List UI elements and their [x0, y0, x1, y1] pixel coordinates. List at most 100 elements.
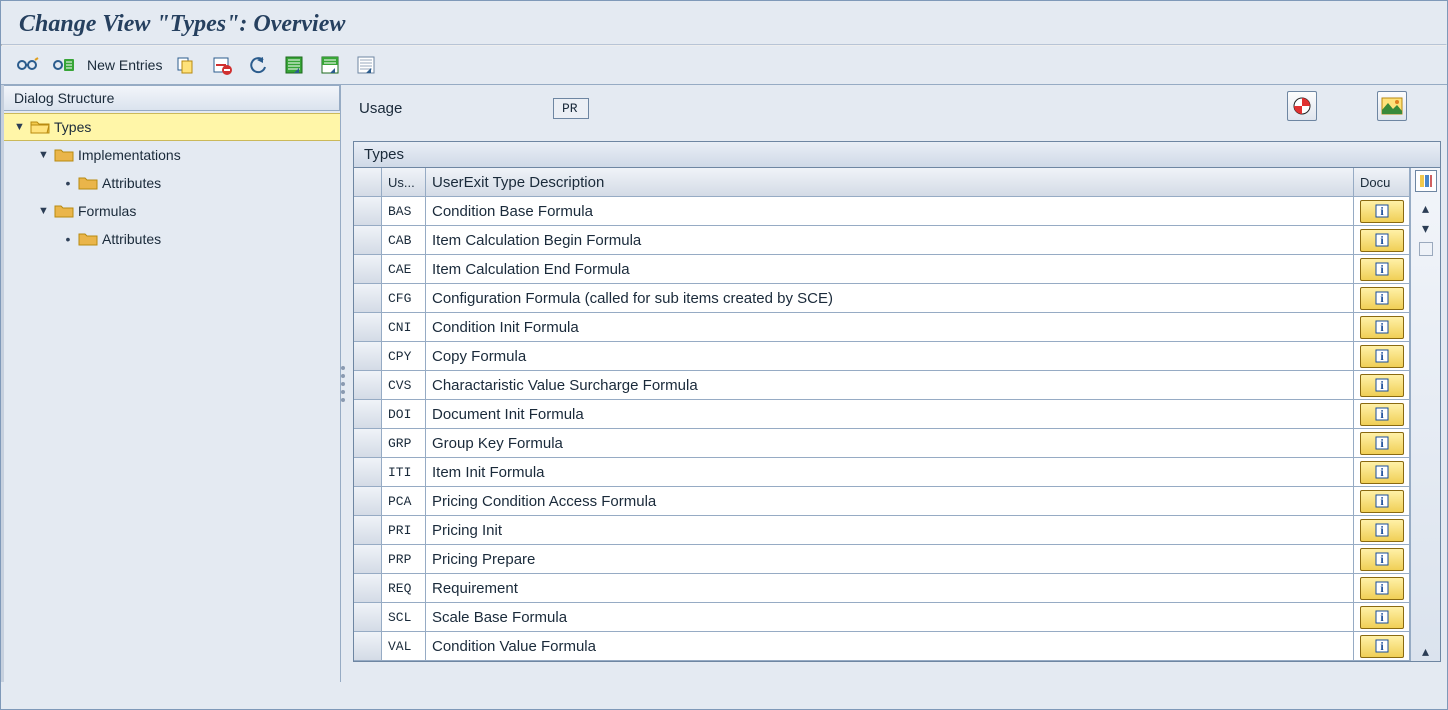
table-row[interactable]: CFGConfiguration Formula (called for sub…	[354, 284, 1410, 313]
tree-node-implementations[interactable]: ▼ Implementations	[4, 141, 340, 169]
row-selector[interactable]	[354, 197, 382, 226]
column-desc[interactable]: UserExit Type Description	[426, 168, 1354, 197]
row-docu: i	[1354, 487, 1410, 516]
row-desc: Pricing Prepare	[426, 545, 1354, 574]
column-selector[interactable]	[354, 168, 382, 197]
scroll-drag-icon[interactable]	[1419, 242, 1433, 256]
info-icon[interactable]: i	[1360, 461, 1404, 484]
glasses-checklist-icon[interactable]	[51, 54, 75, 76]
table-row[interactable]: CPYCopy Formula i	[354, 342, 1410, 371]
deselect-all-icon[interactable]	[354, 54, 378, 76]
glasses-expand-icon[interactable]	[15, 54, 39, 76]
table-row[interactable]: DOIDocument Init Formulai	[354, 400, 1410, 429]
row-selector[interactable]	[354, 284, 382, 313]
table-row[interactable]: PCAPricing Condition Access Formulai	[354, 487, 1410, 516]
tree-label: Attributes	[102, 175, 161, 191]
info-icon[interactable]: i	[1360, 635, 1404, 658]
row-desc: Group Key Formula	[426, 429, 1354, 458]
row-code: BAS	[382, 197, 426, 226]
row-selector[interactable]	[354, 487, 382, 516]
row-selector[interactable]	[354, 371, 382, 400]
undo-icon[interactable]	[246, 54, 270, 76]
row-selector[interactable]	[354, 516, 382, 545]
table-row[interactable]: GRPGroup Key Formulai	[354, 429, 1410, 458]
table-row[interactable]: BASCondition Base Formula i	[354, 197, 1410, 226]
tree-node-attributes-2[interactable]: • Attributes	[4, 225, 340, 253]
row-code: ITI	[382, 458, 426, 487]
bullet-icon: •	[62, 231, 74, 247]
info-icon[interactable]: i	[1360, 519, 1404, 542]
row-selector[interactable]	[354, 400, 382, 429]
info-icon[interactable]: i	[1360, 490, 1404, 513]
select-block-icon[interactable]	[318, 54, 342, 76]
table-row[interactable]: PRPPricing Prepare i	[354, 545, 1410, 574]
info-icon[interactable]: i	[1360, 287, 1404, 310]
scroll-down-icon[interactable]: ▾	[1415, 218, 1437, 238]
column-docu[interactable]: Docu	[1354, 168, 1410, 197]
info-icon[interactable]: i	[1360, 606, 1404, 629]
row-selector[interactable]	[354, 458, 382, 487]
table-row[interactable]: VALCondition Value Formulai	[354, 632, 1410, 661]
bullet-icon: •	[62, 175, 74, 191]
row-code: REQ	[382, 574, 426, 603]
expand-icon[interactable]: ▼	[14, 121, 26, 133]
row-code: PRP	[382, 545, 426, 574]
info-icon[interactable]: i	[1360, 200, 1404, 223]
table-row[interactable]: ITIItem Init Formulai	[354, 458, 1410, 487]
info-icon[interactable]: i	[1360, 316, 1404, 339]
info-icon[interactable]: i	[1360, 432, 1404, 455]
table-row[interactable]: REQRequirementi	[354, 574, 1410, 603]
table-row[interactable]: PRIPricing Initi	[354, 516, 1410, 545]
row-selector[interactable]	[354, 545, 382, 574]
row-desc: Item Calculation End Formula	[426, 255, 1354, 284]
tree-node-types[interactable]: ▼ Types	[4, 113, 340, 141]
table-row[interactable]: CVSCharactaristic Value Surcharge Formul…	[354, 371, 1410, 400]
bc-set-icon[interactable]	[1287, 91, 1317, 121]
info-icon[interactable]: i	[1360, 258, 1404, 281]
landscape-icon[interactable]	[1377, 91, 1407, 121]
scroll-up-icon[interactable]: ▴	[1415, 198, 1437, 218]
info-icon[interactable]: i	[1360, 374, 1404, 397]
tree-node-formulas[interactable]: ▼ Formulas	[4, 197, 340, 225]
delete-row-icon[interactable]	[210, 54, 234, 76]
expand-icon[interactable]: ▼	[38, 205, 50, 217]
row-selector[interactable]	[354, 342, 382, 371]
row-selector[interactable]	[354, 632, 382, 661]
row-selector[interactable]	[354, 574, 382, 603]
table-row[interactable]: CNICondition Init Formulai	[354, 313, 1410, 342]
configure-columns-icon[interactable]	[1415, 170, 1437, 192]
sidebar-header: Dialog Structure	[4, 85, 340, 111]
info-icon[interactable]: i	[1360, 577, 1404, 600]
usage-row: Usage PR	[353, 85, 1441, 131]
usage-value: PR	[553, 98, 589, 119]
scroll-up-bottom-icon[interactable]: ▴	[1415, 641, 1437, 661]
row-selector[interactable]	[354, 255, 382, 284]
table-row[interactable]: CABItem Calculation Begin Formulai	[354, 226, 1410, 255]
right-icon-bar	[1287, 91, 1407, 121]
row-docu: i	[1354, 632, 1410, 661]
new-entries-button[interactable]: New Entries	[87, 57, 162, 73]
info-icon[interactable]: i	[1360, 229, 1404, 252]
info-icon[interactable]: i	[1360, 548, 1404, 571]
row-docu: i	[1354, 313, 1410, 342]
vertical-scrollbar[interactable]: ▴ ▾ ▴	[1410, 168, 1440, 661]
row-code: CPY	[382, 342, 426, 371]
info-icon[interactable]: i	[1360, 345, 1404, 368]
expand-icon[interactable]: ▼	[38, 149, 50, 161]
row-docu: i	[1354, 429, 1410, 458]
row-desc: Condition Base Formula	[426, 197, 1354, 226]
info-icon[interactable]: i	[1360, 403, 1404, 426]
row-selector[interactable]	[354, 603, 382, 632]
copy-icon[interactable]	[174, 54, 198, 76]
table-row[interactable]: CAEItem Calculation End Formulai	[354, 255, 1410, 284]
select-all-icon[interactable]	[282, 54, 306, 76]
table-title: Types	[354, 142, 1440, 168]
row-selector[interactable]	[354, 429, 382, 458]
row-selector[interactable]	[354, 226, 382, 255]
row-selector[interactable]	[354, 313, 382, 342]
folder-icon	[54, 147, 74, 163]
column-us[interactable]: Us...	[382, 168, 426, 197]
row-desc: Copy Formula	[426, 342, 1354, 371]
tree-node-attributes-1[interactable]: • Attributes	[4, 169, 340, 197]
table-row[interactable]: SCLScale Base Formulai	[354, 603, 1410, 632]
